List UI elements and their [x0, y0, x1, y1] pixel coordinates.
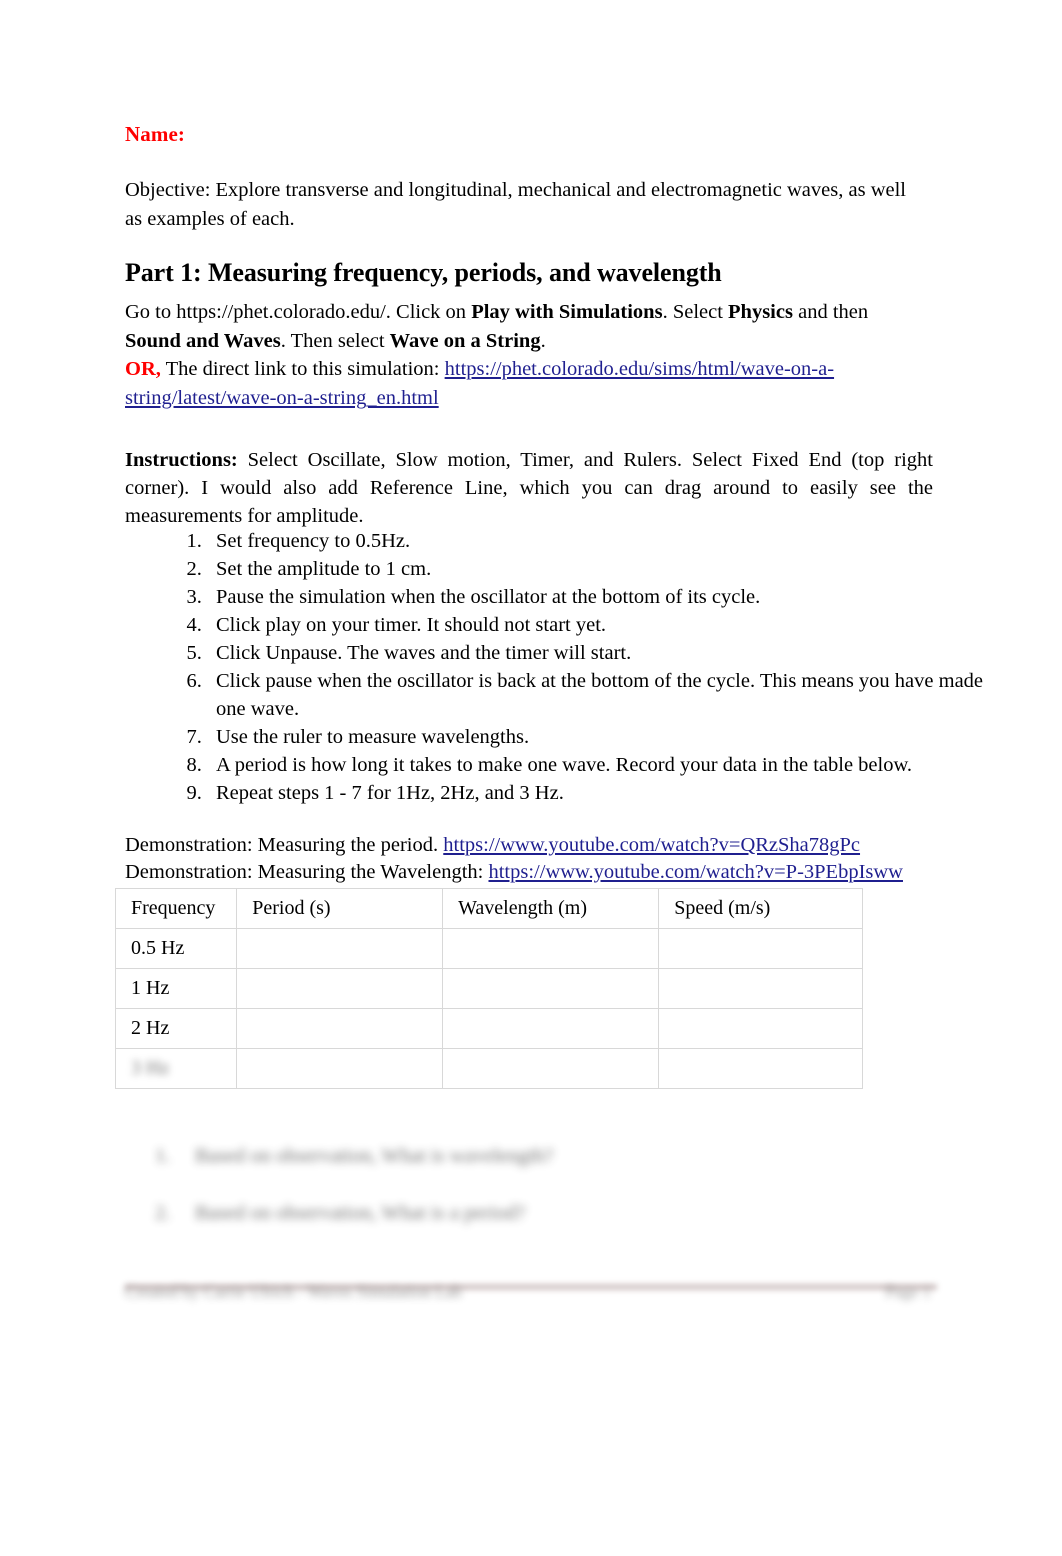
- list-item: Click pause when the oscillator is back …: [207, 668, 987, 723]
- list-item: Click Unpause. The waves and the timer w…: [207, 640, 987, 668]
- question-text: Based on observation, What is wavelength…: [195, 1145, 554, 1167]
- part1-heading: Part 1: Measuring frequency, periods, an…: [125, 258, 722, 287]
- cell-period-input[interactable]: [236, 1008, 444, 1049]
- part1-intro-paragraph: Go to https://phet.colorado.edu/. Click …: [125, 298, 925, 412]
- demonstration-links: Demonstration: Measuring the period. htt…: [125, 832, 935, 886]
- table-row: 0.5 Hz: [114, 928, 863, 969]
- table-row: 3 Hz: [114, 1048, 863, 1089]
- table-row: 1 Hz: [114, 968, 863, 1009]
- list-item: Repeat steps 1 - 7 for 1Hz, 2Hz, and 3 H…: [207, 780, 987, 808]
- demo-wavelength-youtube-link[interactable]: https://www.youtube.com/watch?v=P-3PEbpI…: [488, 861, 903, 883]
- list-item: Pause the simulation when the oscillator…: [207, 584, 987, 612]
- demo-line-period: Demonstration: Measuring the period. htt…: [125, 832, 935, 859]
- demo-period-youtube-link[interactable]: https://www.youtube.com/watch?v=QRzSha78…: [443, 834, 860, 856]
- question-item: 2. Based on observation, What is a period…: [155, 1185, 855, 1242]
- list-item: Use the ruler to measure wavelengths.: [207, 724, 987, 752]
- column-header-frequency: Frequency: [114, 888, 238, 929]
- instructions-paragraph: Instructions: Select Oscillate, Slow mot…: [125, 446, 933, 530]
- instructions-text: Select Oscillate, Slow motion, Timer, an…: [125, 449, 933, 527]
- table-header-row: Frequency Period (s) Wavelength (m) Spee…: [114, 888, 863, 929]
- cell-frequency: 0.5 Hz: [114, 928, 238, 969]
- question-number: 1.: [155, 1145, 171, 1167]
- followup-questions: 1. Based on observation, What is waveleng…: [155, 1128, 855, 1242]
- intro-bold-wave-on-a-string: Wave on a String: [389, 329, 541, 352]
- question-number: 2.: [155, 1202, 171, 1224]
- measurements-table: Frequency Period (s) Wavelength (m) Spee…: [114, 888, 863, 1089]
- intro-segment-3: and then: [792, 301, 869, 323]
- table-row: 2 Hz: [114, 1008, 863, 1049]
- intro-bold-sound-and-waves: Sound and Waves: [125, 329, 281, 352]
- demo-line-wavelength: Demonstration: Measuring the Wavelength:…: [125, 859, 935, 886]
- or-label: OR,: [125, 358, 161, 380]
- demo-wavelength-label: Demonstration: Measuring the Wavelength:: [125, 861, 489, 883]
- steps-list: Set frequency to 0.5Hz. Set the amplitud…: [155, 528, 987, 808]
- cell-speed-input[interactable]: [658, 1008, 863, 1049]
- intro-segment-2: . Select: [662, 301, 729, 323]
- intro-segment-4: . Then select: [280, 329, 390, 352]
- cell-period-input[interactable]: [236, 1048, 444, 1089]
- cell-wavelength-input[interactable]: [442, 928, 660, 969]
- intro-segment-1: Go to https://phet.colorado.edu/. Click …: [125, 301, 472, 323]
- intro-segment-6: The direct link to this simulation:: [160, 358, 445, 380]
- document-page: Name: Objective: Explore transverse and …: [0, 0, 1062, 1556]
- cell-speed-input[interactable]: [658, 928, 863, 969]
- cell-wavelength-input[interactable]: [442, 1008, 660, 1049]
- footer-credit-text: Created by Carrie Ulrich - Waves Simulat…: [125, 1282, 462, 1301]
- question-text: Based on observation, What is a period?: [195, 1202, 526, 1224]
- list-item: Set the amplitude to 1 cm.: [207, 556, 987, 584]
- objective-paragraph: Objective: Explore transverse and longit…: [125, 179, 906, 230]
- list-item: A period is how long it takes to make on…: [207, 752, 987, 780]
- question-item: 1. Based on observation, What is waveleng…: [155, 1128, 855, 1185]
- column-header-wavelength: Wavelength (m): [442, 888, 660, 929]
- name-field-label: Name:: [125, 122, 185, 146]
- demo-period-label: Demonstration: Measuring the period.: [125, 834, 444, 856]
- cell-wavelength-input[interactable]: [442, 968, 660, 1009]
- intro-bold-physics: Physics: [728, 301, 793, 323]
- list-item: Click play on your timer. It should not …: [207, 612, 987, 640]
- column-header-speed: Speed (m/s): [658, 888, 863, 929]
- intro-bold-play-with-simulations: Play with Simulations: [471, 301, 663, 323]
- cell-frequency: 2 Hz: [114, 1008, 238, 1049]
- cell-speed-input[interactable]: [658, 1048, 863, 1089]
- intro-segment-5: .: [540, 329, 546, 352]
- column-header-period: Period (s): [236, 888, 444, 929]
- footer-page-number: Page 1: [885, 1282, 931, 1301]
- cell-frequency: 1 Hz: [114, 968, 238, 1009]
- cell-period-input[interactable]: [236, 928, 444, 969]
- list-item: Set frequency to 0.5Hz.: [207, 528, 987, 556]
- cell-speed-input[interactable]: [658, 968, 863, 1009]
- cell-period-input[interactable]: [236, 968, 444, 1009]
- instructions-label: Instructions:: [125, 449, 238, 471]
- cell-frequency: 3 Hz: [114, 1048, 238, 1089]
- cell-wavelength-input[interactable]: [442, 1048, 660, 1089]
- page-footer: Created by Carrie Ulrich - Waves Simulat…: [125, 1276, 937, 1316]
